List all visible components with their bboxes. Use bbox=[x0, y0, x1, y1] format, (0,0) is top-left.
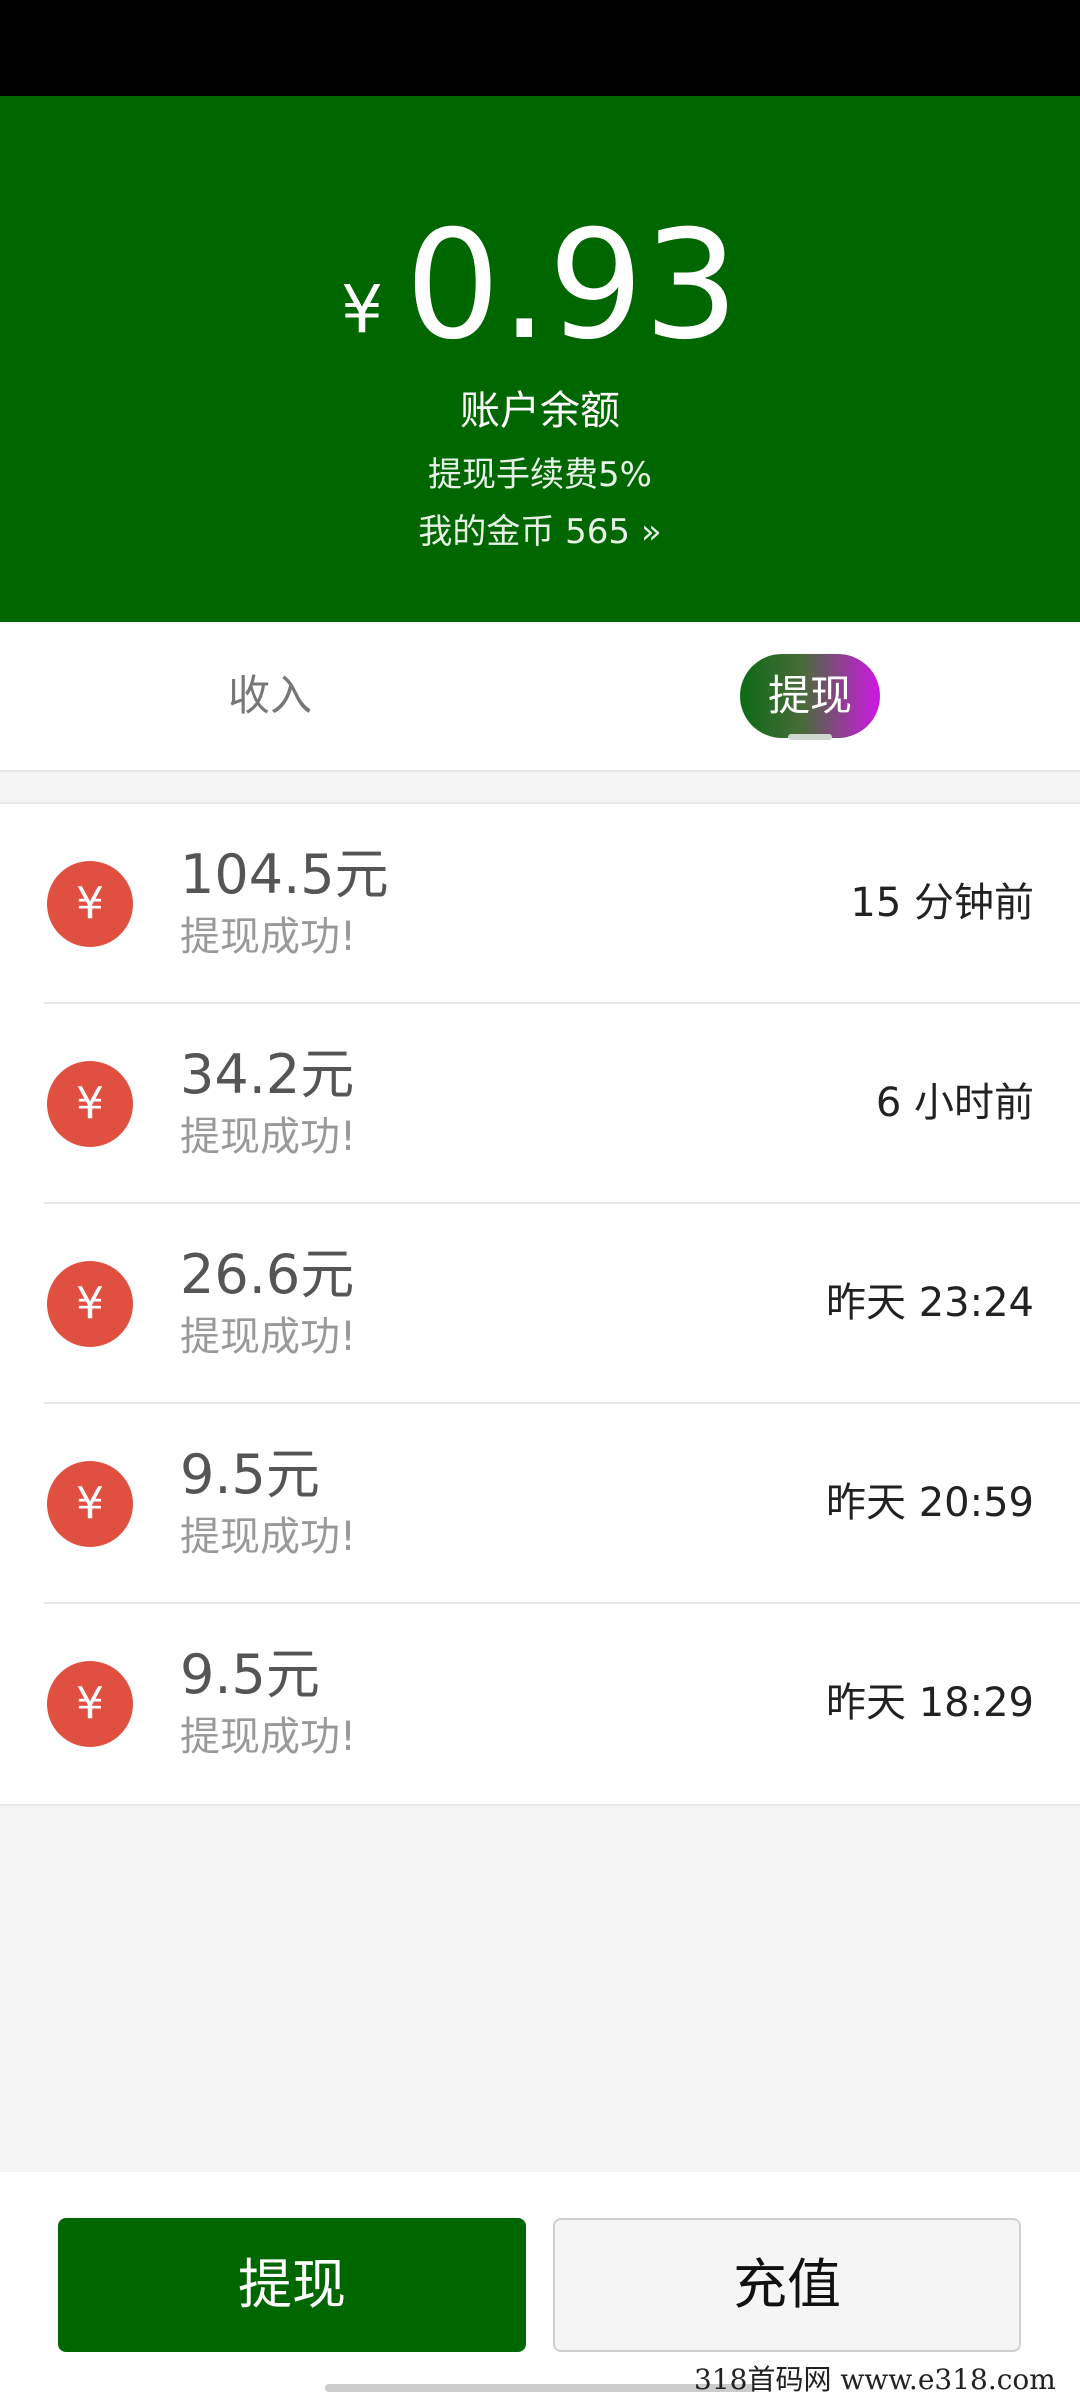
withdraw-button[interactable]: 提现 bbox=[58, 2218, 526, 2352]
record-status: 提现成功! bbox=[180, 1314, 357, 1360]
list-item[interactable]: ¥ 104.5元 提现成功! 15 分钟前 bbox=[0, 804, 1080, 1004]
record-amount: 26.6元 bbox=[180, 1243, 355, 1306]
record-amount: 34.2元 bbox=[180, 1043, 355, 1106]
list-item[interactable]: ¥ 34.2元 提现成功! 6 小时前 bbox=[0, 1004, 1080, 1204]
record-status: 提现成功! bbox=[180, 1714, 357, 1760]
fee-text: 提现手续费5% bbox=[428, 455, 652, 495]
record-time: 6 小时前 bbox=[875, 1080, 1034, 1126]
yen-icon: ¥ bbox=[47, 1261, 133, 1347]
record-time: 昨天 20:59 bbox=[826, 1480, 1034, 1526]
withdraw-record-list: ¥ 104.5元 提现成功! 15 分钟前 ¥ 34.2元 提现成功! 6 小时… bbox=[0, 802, 1080, 1806]
balance-label: 账户余额 bbox=[460, 388, 620, 434]
yen-icon: ¥ bbox=[47, 1461, 133, 1547]
status-bar bbox=[0, 0, 1080, 96]
record-amount: 9.5元 bbox=[180, 1643, 320, 1706]
recharge-button[interactable]: 充值 bbox=[553, 2218, 1021, 2352]
record-time: 昨天 18:29 bbox=[826, 1680, 1034, 1726]
record-amount: 9.5元 bbox=[180, 1443, 320, 1506]
record-status: 提现成功! bbox=[180, 1514, 357, 1560]
yen-icon: ¥ bbox=[47, 861, 133, 947]
balance-header: ¥ 0.93 账户余额 提现手续费5% 我的金币 565 » bbox=[0, 96, 1080, 622]
coins-link[interactable]: 我的金币 565 » bbox=[0, 510, 1080, 554]
record-time: 昨天 23:24 bbox=[826, 1280, 1034, 1326]
record-amount: 104.5元 bbox=[180, 843, 389, 906]
list-item[interactable]: ¥ 9.5元 提现成功! 昨天 18:29 bbox=[0, 1604, 1080, 1804]
tab-income[interactable]: 收入 bbox=[150, 662, 390, 730]
tab-active-indicator bbox=[788, 734, 832, 740]
yen-icon: ¥ bbox=[47, 1661, 133, 1747]
list-item[interactable]: ¥ 9.5元 提现成功! 昨天 20:59 bbox=[0, 1404, 1080, 1604]
watermark: 318首码网 www.e318.com bbox=[694, 2363, 1056, 2396]
record-time: 15 分钟前 bbox=[850, 880, 1034, 926]
list-item[interactable]: ¥ 26.6元 提现成功! 昨天 23:24 bbox=[0, 1204, 1080, 1404]
balance-row: ¥ 0.93 bbox=[0, 201, 1080, 361]
home-indicator[interactable] bbox=[325, 2384, 755, 2392]
balance-amount: 0.93 bbox=[405, 199, 739, 373]
tab-withdraw[interactable]: 提现 bbox=[740, 654, 880, 738]
tab-bar: 收入 提现 bbox=[0, 622, 1080, 772]
currency-symbol: ¥ bbox=[341, 271, 383, 348]
record-status: 提现成功! bbox=[180, 1114, 357, 1160]
record-status: 提现成功! bbox=[180, 914, 357, 960]
yen-icon: ¥ bbox=[47, 1061, 133, 1147]
